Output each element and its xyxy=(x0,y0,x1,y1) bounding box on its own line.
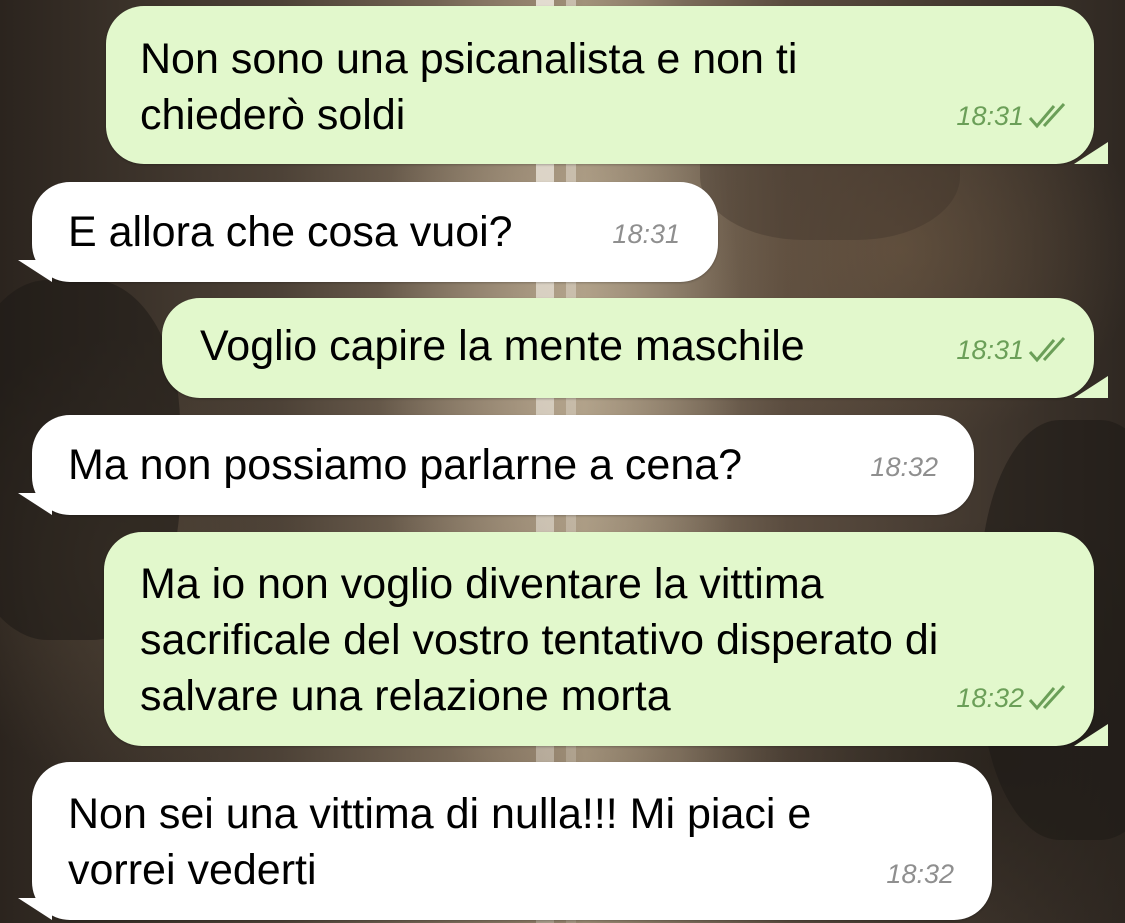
message-text: Voglio capire la mente maschile xyxy=(200,322,805,370)
message-meta: 18:32 xyxy=(870,439,938,495)
message-meta: 18:31 xyxy=(956,88,1072,144)
double-check-read-icon xyxy=(1028,684,1066,711)
message-bubble-incoming[interactable]: Non sei una vittima di nulla!!! Mi piaci… xyxy=(18,762,992,920)
message-time: 18:32 xyxy=(886,859,954,889)
message-meta: 18:31 xyxy=(956,322,1072,378)
bubble-tail xyxy=(18,260,52,282)
bubble-tail xyxy=(1074,376,1108,398)
message-bubble-outgoing[interactable]: Ma io non voglio diventare la vittima sa… xyxy=(104,532,1108,746)
message-time: 18:31 xyxy=(956,335,1024,365)
message-time: 18:32 xyxy=(956,683,1024,713)
message-meta: 18:31 xyxy=(612,206,680,262)
message-time: 18:32 xyxy=(870,452,938,482)
double-check-read-icon xyxy=(1028,102,1066,129)
double-check-read-icon xyxy=(1028,336,1066,363)
message-time: 18:31 xyxy=(956,101,1024,131)
message-bubble-outgoing[interactable]: Non sono una psicanalista e non ti chied… xyxy=(106,6,1108,164)
bubble-tail xyxy=(1074,142,1108,164)
message-time: 18:31 xyxy=(612,219,680,249)
message-bubble-incoming[interactable]: Ma non possiamo parlarne a cena? 18:32 xyxy=(18,415,974,515)
message-text: E allora che cosa vuoi? xyxy=(68,208,513,256)
message-bubble-incoming[interactable]: E allora che cosa vuoi? 18:31 xyxy=(18,182,718,282)
message-text: Non sei una vittima di nulla!!! Mi piaci… xyxy=(68,790,812,894)
bubble-tail xyxy=(18,493,52,515)
message-meta: 18:32 xyxy=(956,670,1072,726)
message-text: Non sono una psicanalista e non ti chied… xyxy=(140,35,798,139)
message-meta: 18:32 xyxy=(886,846,954,902)
message-text: Ma io non voglio diventare la vittima sa… xyxy=(140,560,939,720)
bubble-tail xyxy=(1074,724,1108,746)
message-bubble-outgoing[interactable]: Voglio capire la mente maschile 18:31 xyxy=(162,298,1108,398)
bubble-tail xyxy=(18,898,52,920)
message-text: Ma non possiamo parlarne a cena? xyxy=(68,441,743,489)
